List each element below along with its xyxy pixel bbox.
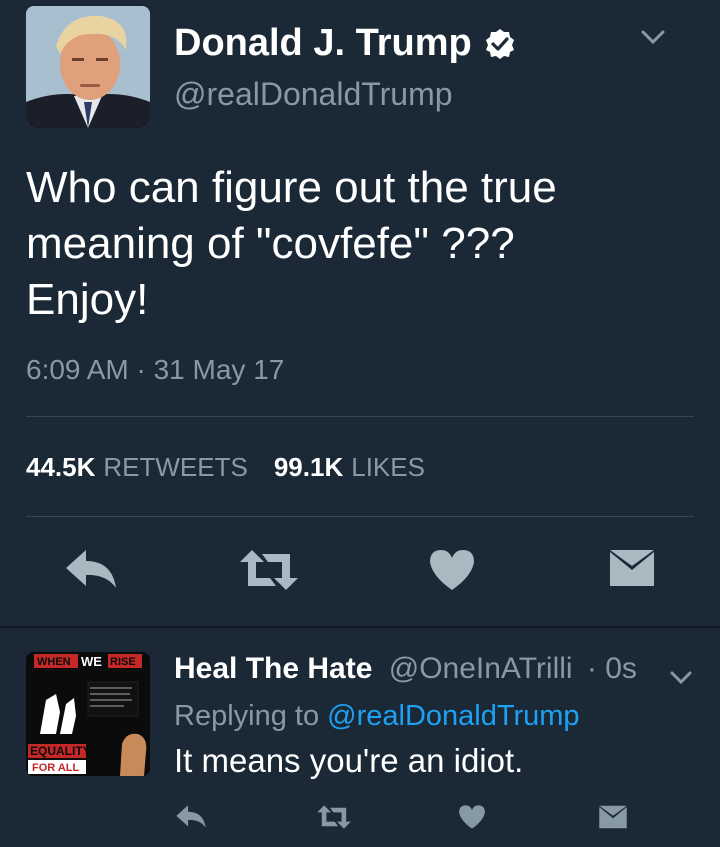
retweets-label: RETWEETS [103, 452, 248, 482]
tweet-timestamp: 6:09 AM · 31 May 17 [26, 354, 285, 385]
reply-icon[interactable] [174, 804, 208, 830]
tweet-text-line: Enjoy! [26, 275, 149, 324]
direct-message-icon[interactable] [608, 548, 656, 588]
reply-tweet-text: It means you're an idiot. [174, 742, 524, 779]
thread-separator [0, 626, 720, 628]
reply-author-handle[interactable]: @OneInATrilli [389, 652, 573, 685]
chevron-down-icon[interactable] [638, 22, 668, 52]
avatar-portrait-image [26, 6, 150, 128]
likes-count: 99.1K [273, 452, 344, 482]
retweet-icon[interactable] [238, 548, 300, 592]
replying-to-line: Replying to @realDonaldTrump [174, 700, 580, 733]
avatar-text: RISE [110, 656, 136, 668]
reply-icon[interactable] [62, 548, 120, 592]
replying-to-link[interactable]: @realDonaldTrump [327, 700, 579, 732]
author-handle[interactable]: @realDonaldTrump [174, 76, 453, 113]
reply-author-display-name[interactable]: Heal The Hate [174, 652, 372, 685]
reply-header[interactable]: Heal The Hate @OneInATrilli · 0s [174, 652, 637, 686]
engagement-stats: 44.5K RETWEETS 99.1K LIKES [26, 452, 425, 483]
replying-to-prefix: Replying to [174, 700, 320, 732]
author-avatar[interactable] [26, 6, 150, 128]
tweet-text: Who can figure out the true meaning of "… [26, 160, 686, 328]
avatar-text: WHEN [37, 656, 71, 668]
heart-icon[interactable] [428, 548, 476, 592]
avatar-text: WE [81, 654, 102, 669]
author-display-name-row[interactable]: Donald J. Trump [174, 22, 516, 65]
divider [26, 416, 694, 417]
avatar-text: EQUALITY [30, 744, 91, 758]
avatar-poster-image: WHEN WE RISE EQUALITY FOR ALL [26, 652, 150, 776]
likes-label: LIKES [351, 452, 425, 482]
retweet-icon[interactable] [316, 804, 352, 830]
verified-badge-icon [485, 28, 514, 59]
likes-stat[interactable]: 99.1K LIKES [274, 452, 425, 483]
tweet-action-bar [62, 548, 662, 598]
tweet-text-line: meaning of "covfefe" ??? [26, 219, 515, 268]
reply-time: · 0s [586, 652, 637, 685]
heart-icon[interactable] [458, 804, 486, 830]
author-display-name[interactable]: Donald J. Trump [174, 22, 472, 65]
tweet-detail-screen: Donald J. Trump @realDonaldTrump Who can… [0, 0, 720, 847]
reply-author-avatar[interactable]: WHEN WE RISE EQUALITY FOR ALL [26, 652, 150, 776]
reply-action-bar [174, 804, 644, 838]
chevron-down-icon[interactable] [668, 664, 694, 690]
direct-message-icon[interactable] [598, 804, 628, 830]
avatar-text: FOR ALL [32, 762, 80, 774]
divider [26, 516, 694, 517]
retweets-stat[interactable]: 44.5K RETWEETS [26, 452, 248, 483]
retweets-count: 44.5K [26, 452, 96, 482]
tweet-text-line: Who can figure out the true [26, 163, 557, 212]
